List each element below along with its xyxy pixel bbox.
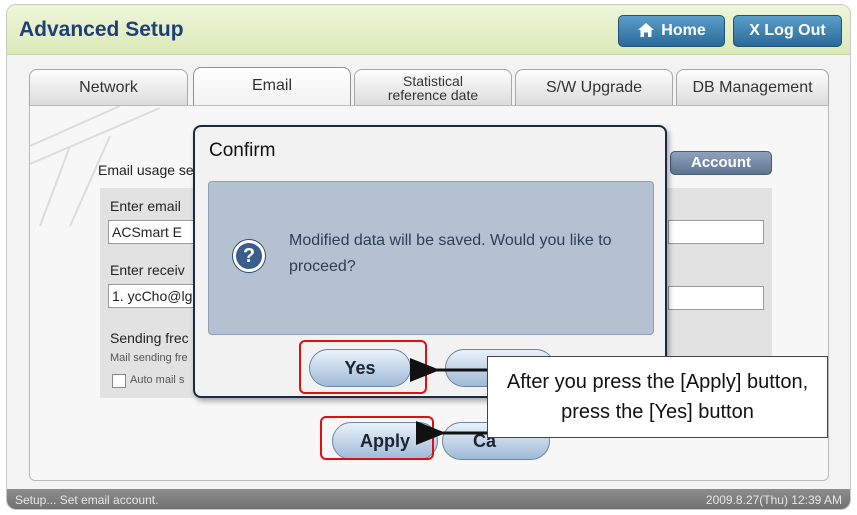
- apply-highlight-box: [320, 416, 434, 460]
- tab-email[interactable]: Email: [193, 67, 351, 107]
- question-icon: ?: [233, 240, 265, 272]
- sender-email-field-right[interactable]: [668, 220, 764, 244]
- status-datetime: 2009.8.27(Thu) 12:39 AM: [705, 493, 842, 507]
- dialog-title: Confirm: [209, 140, 276, 161]
- instruction-callout: After you press the [Apply] button, pres…: [487, 356, 828, 438]
- receiver-email-label: Enter receiv: [110, 262, 185, 278]
- sending-frequency-label: Sending frec: [110, 330, 189, 346]
- dialog-message-area: ? Modified data will be saved. Would you…: [208, 181, 654, 335]
- tab-db-management[interactable]: DB Management: [676, 69, 829, 107]
- mail-sending-frequency-text: Mail sending fre: [110, 352, 188, 364]
- email-usage-label: Email usage se: [98, 162, 194, 178]
- home-icon: [638, 23, 655, 37]
- home-button-label: Home: [661, 22, 706, 39]
- tab-sw-upgrade[interactable]: S/W Upgrade: [515, 69, 673, 107]
- tab-statistical-line2: reference date: [387, 87, 479, 103]
- account-button[interactable]: Account: [670, 151, 772, 175]
- status-bar: Setup... Set email account. 2009.8.27(Th…: [7, 489, 850, 509]
- logout-button[interactable]: X Log Out: [733, 15, 842, 47]
- tab-network[interactable]: Network: [29, 69, 188, 107]
- page-title: Advanced Setup: [19, 18, 184, 41]
- home-button[interactable]: Home: [618, 15, 725, 47]
- tab-statistical-reference-date[interactable]: Statistical reference date: [354, 69, 512, 107]
- title-bar: Advanced Setup Home X Log Out: [7, 5, 850, 55]
- receiver-email-field-right[interactable]: [668, 286, 764, 310]
- auto-mail-label: Auto mail s: [130, 374, 185, 386]
- dialog-message: Modified data will be saved. Would you l…: [289, 232, 612, 275]
- status-message: Setup... Set email account.: [15, 493, 159, 507]
- callout-text: After you press the [Apply] button, pres…: [506, 371, 809, 423]
- tab-statistical-line1: Statistical: [403, 73, 463, 89]
- auto-mail-checkbox[interactable]: [112, 374, 126, 388]
- yes-highlight-box: [299, 340, 427, 394]
- sender-email-label: Enter email: [110, 198, 181, 214]
- tab-bar: Network Email Statistical reference date…: [29, 67, 829, 107]
